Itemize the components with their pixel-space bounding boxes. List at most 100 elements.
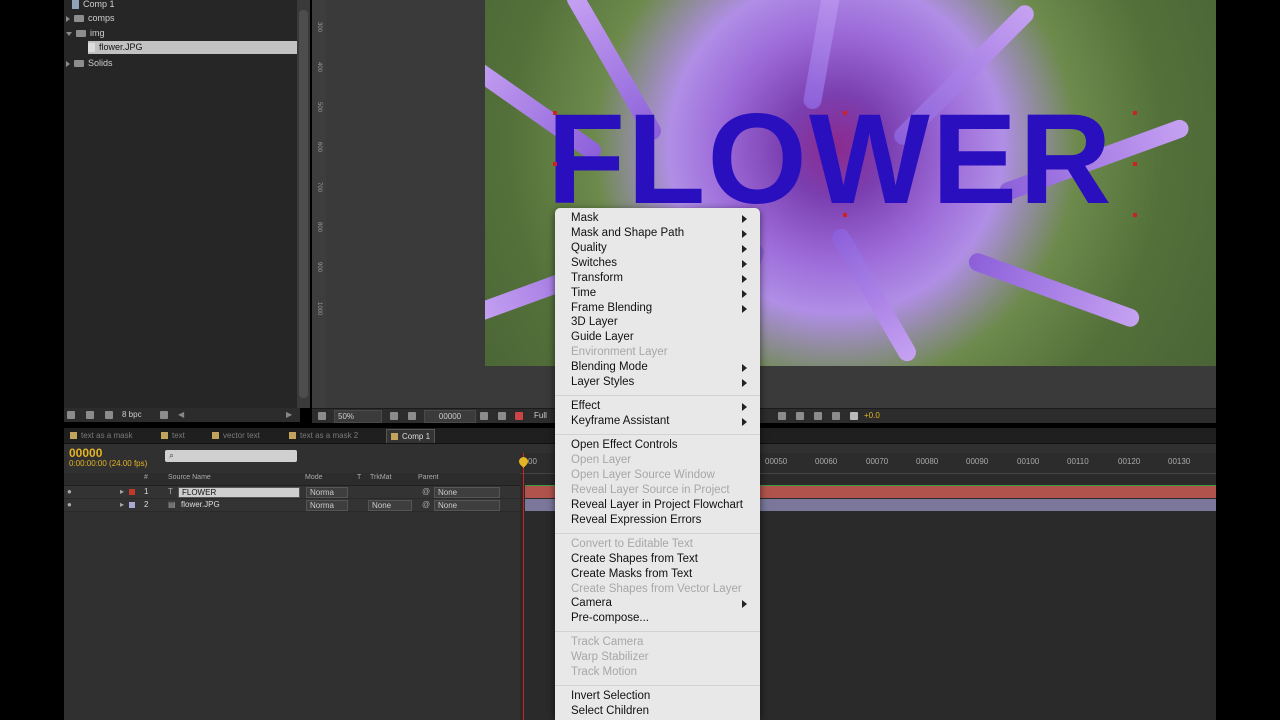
project-item-comps[interactable]: comps [66, 12, 302, 25]
exposure-value[interactable]: +0.0 [864, 411, 880, 420]
interpret-footage-icon[interactable] [67, 411, 75, 419]
menu-item-pre-compose[interactable]: Pre-compose... [571, 611, 751, 626]
menu-item-switches[interactable]: Switches [571, 256, 751, 271]
project-scrollbar-thumb[interactable] [299, 10, 308, 398]
column-parent[interactable]: Parent [418, 474, 439, 481]
pick-whip-icon[interactable]: @ [422, 487, 430, 496]
playhead-line[interactable] [523, 453, 524, 720]
tab-text-as-a-mask[interactable]: text as a mask [70, 429, 133, 442]
layer-name[interactable]: flower.JPG [181, 500, 220, 509]
bounding-box-handle[interactable] [553, 162, 557, 166]
image-file-icon [88, 43, 95, 53]
fast-previews-icon[interactable] [796, 412, 804, 420]
scroll-left-icon[interactable]: ◀ [178, 410, 184, 419]
tab-vector-text[interactable]: vector text [212, 429, 260, 442]
project-item-img[interactable]: img [66, 27, 302, 40]
menu-item-layer-styles[interactable]: Layer Styles [571, 375, 751, 390]
flowchart-icon[interactable] [814, 412, 822, 420]
layer-parent-dropdown[interactable]: None [434, 500, 500, 511]
camera-snapshot-icon[interactable] [480, 412, 488, 420]
comp-color-swatch [212, 432, 219, 440]
label-color-swatch[interactable] [129, 489, 135, 495]
menu-item-mask[interactable]: Mask [571, 211, 751, 226]
label-color-swatch[interactable] [129, 502, 135, 508]
menu-item-select-children[interactable]: Select Children [571, 704, 751, 719]
flower-text-layer[interactable]: FLOWER [547, 96, 1114, 224]
bounding-box-handle[interactable] [1133, 162, 1137, 166]
project-item-solids[interactable]: Solids [66, 57, 302, 70]
project-item-flower-jpg[interactable]: flower.JPG [88, 41, 297, 54]
menu-separator [555, 631, 760, 632]
trash-icon[interactable] [160, 411, 168, 419]
toggle-pixel-aspect-icon[interactable] [778, 412, 786, 420]
eye-icon[interactable]: ● [67, 487, 72, 496]
project-item-comp1[interactable]: Comp 1 [72, 0, 308, 11]
resolution-dropdown[interactable]: Full [534, 411, 547, 420]
layer-mode-dropdown[interactable]: Norma [306, 487, 348, 498]
always-preview-icon[interactable] [318, 412, 326, 420]
menu-item-frame-blending[interactable]: Frame Blending [571, 301, 751, 316]
time-ruler-label: 00120 [1118, 457, 1141, 466]
eye-icon[interactable]: ● [67, 500, 72, 509]
bounding-box-handle[interactable] [1133, 213, 1137, 217]
menu-item-reveal-expression-errors[interactable]: Reveal Expression Errors [571, 513, 751, 528]
menu-item-environment-layer: Environment Layer [571, 346, 668, 358]
expand-icon[interactable]: ▸ [120, 500, 124, 509]
channel-icon[interactable] [515, 412, 523, 420]
pick-whip-icon[interactable]: @ [422, 500, 430, 509]
menu-item-time[interactable]: Time [571, 286, 751, 301]
layer-name[interactable]: FLOWER [178, 487, 300, 498]
timeline-icon[interactable] [832, 412, 840, 420]
column-source-name[interactable]: Source Name [168, 474, 211, 481]
menu-item-blending-mode[interactable]: Blending Mode [571, 360, 751, 375]
menu-item-create-shapes-from-text[interactable]: Create Shapes from Text [571, 552, 751, 567]
disclosure-triangle-icon[interactable] [66, 60, 70, 67]
transparency-grid-icon[interactable] [408, 412, 416, 420]
current-time-field[interactable]: 00000 [424, 410, 476, 423]
new-composition-icon[interactable] [105, 411, 113, 419]
column-trkmat[interactable]: TrkMat [370, 474, 392, 481]
menu-item-open-effect-controls[interactable]: Open Effect Controls [571, 438, 751, 453]
reset-exposure-icon[interactable] [850, 412, 858, 420]
menu-item-keyframe-assistant[interactable]: Keyframe Assistant [571, 414, 751, 429]
menu-item-effect[interactable]: Effect [571, 399, 751, 414]
menu-item-mask-and-shape-path[interactable]: Mask and Shape Path [571, 226, 751, 241]
ruler-label: 300 [316, 22, 322, 33]
ruler-label: 800 [316, 222, 322, 233]
scroll-right-icon[interactable]: ▶ [286, 410, 292, 419]
show-snapshot-icon[interactable] [498, 412, 506, 420]
menu-item-reveal-layer-flowchart[interactable]: Reveal Layer in Project Flowchart [571, 498, 751, 513]
layer-parent-dropdown[interactable]: None [434, 487, 500, 498]
disclosure-triangle-open-icon[interactable] [66, 31, 72, 36]
layer-trkmat-dropdown[interactable]: None [368, 500, 412, 511]
layer-row[interactable]: ● ▸ 2 ▤ flower.JPG Norma None @ None [64, 499, 520, 512]
bounding-box-handle[interactable] [843, 213, 847, 217]
menu-item-transform[interactable]: Transform [571, 271, 751, 286]
bounding-box-handle[interactable] [1133, 111, 1137, 115]
right-letterbox [1216, 0, 1280, 720]
expand-icon[interactable]: ▸ [120, 487, 124, 496]
menu-item-3d-layer[interactable]: 3D Layer [571, 315, 751, 330]
tab-text-as-a-mask-2[interactable]: text as a mask 2 [289, 429, 358, 442]
tab-text[interactable]: text [161, 429, 185, 442]
region-of-interest-icon[interactable] [390, 412, 398, 420]
layer-row[interactable]: ● ▸ 1 T FLOWER Norma @ None [64, 486, 520, 499]
zoom-dropdown[interactable]: 50% [334, 410, 382, 423]
bounding-box-handle[interactable] [553, 111, 557, 115]
layer-search-input[interactable] [165, 450, 297, 462]
new-folder-icon[interactable] [86, 411, 94, 419]
submenu-arrow-icon [742, 418, 747, 426]
bounding-box-handle[interactable] [843, 111, 847, 115]
disclosure-triangle-icon[interactable] [66, 15, 70, 22]
tab-comp-1[interactable]: Comp 1 [386, 429, 436, 443]
timeline-timecode[interactable]: 00000 [69, 446, 102, 460]
menu-item-guide-layer[interactable]: Guide Layer [571, 330, 751, 345]
menu-item-create-masks-from-text[interactable]: Create Masks from Text [571, 567, 751, 582]
column-mode[interactable]: Mode [305, 474, 323, 481]
menu-item-quality[interactable]: Quality [571, 241, 751, 256]
menu-item-camera[interactable]: Camera [571, 596, 751, 611]
menu-item-invert-selection[interactable]: Invert Selection [571, 689, 751, 704]
bit-depth-label[interactable]: 8 bpc [122, 410, 142, 419]
layer-mode-dropdown[interactable]: Norma [306, 500, 348, 511]
menu-separator [555, 434, 760, 435]
